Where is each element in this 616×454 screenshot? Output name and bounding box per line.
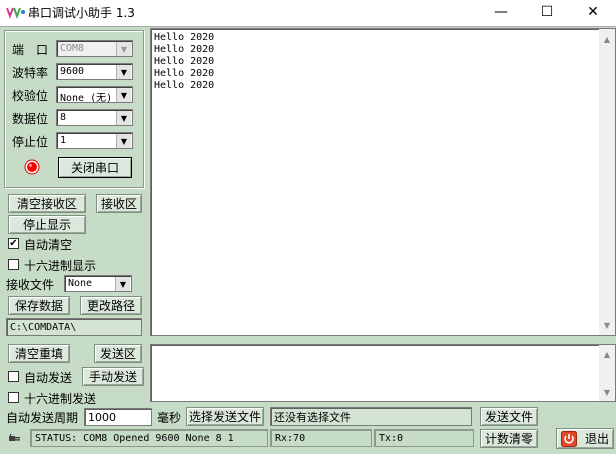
status-text: STATUS: COM8 Opened 9600 None 8 1: [30, 429, 268, 447]
scroll-up-icon[interactable]: ▲: [599, 31, 615, 47]
receive-content: Hello 2020 Hello 2020 Hello 2020 Hello 2020…: [154, 32, 214, 92]
receive-line: Hello 2020: [154, 32, 215, 43]
receive-file-label: 接收文件: [6, 278, 55, 292]
baud-label: 波特率: [12, 66, 49, 80]
chevron-down-icon[interactable]: ▼: [116, 111, 131, 125]
chevron-down-icon[interactable]: ▼: [115, 277, 130, 291]
baud-select-value: 9600: [60, 66, 85, 77]
send-period-input[interactable]: 1000: [84, 408, 152, 426]
change-path-button[interactable]: 更改路径: [80, 296, 142, 315]
auto-clear-label: 自动清空: [24, 238, 73, 252]
port-status-indicator-icon: [24, 159, 40, 175]
receive-file-select[interactable]: None ▼: [64, 275, 132, 292]
send-area-button[interactable]: 发送区: [94, 344, 142, 363]
exit-button[interactable]: 退出: [556, 428, 614, 449]
parity-label: 校验位: [12, 89, 49, 103]
chevron-down-icon[interactable]: ▼: [116, 134, 131, 148]
receive-scrollbar[interactable]: ▲ ▼: [599, 29, 615, 335]
power-icon: [561, 430, 577, 447]
auto-send-checkbox[interactable]: [8, 371, 19, 382]
minimize-button[interactable]: —: [478, 0, 524, 24]
hex-send-label: 十六进制发送: [24, 392, 97, 406]
scroll-down-icon[interactable]: ▼: [599, 317, 615, 333]
auto-send-label: 自动发送: [24, 371, 73, 385]
title-bar: 串口调试小助手 1.3 — ☐ ✕: [0, 0, 616, 26]
receive-line: Hello 2020: [154, 68, 215, 79]
save-path-field: C:\COMDATA\: [6, 318, 142, 336]
auto-clear-checkbox[interactable]: ✔: [8, 238, 19, 249]
baud-select[interactable]: 9600 ▼: [56, 63, 133, 80]
send-scrollbar[interactable]: ▲ ▼: [599, 345, 615, 401]
stop-display-button[interactable]: 停止显示: [8, 215, 86, 234]
toggle-port-button[interactable]: 关闭串口: [58, 157, 132, 178]
stopbits-select[interactable]: 1 ▼: [56, 132, 133, 149]
hex-display-checkbox[interactable]: [8, 259, 19, 270]
send-file-button[interactable]: 发送文件: [480, 407, 538, 426]
hex-display-label: 十六进制显示: [24, 259, 97, 273]
parity-select-value: None (无): [60, 93, 113, 104]
hex-send-checkbox[interactable]: [8, 392, 19, 403]
receive-line: Hello 2020: [154, 56, 215, 67]
tx-count: Tx:0: [374, 429, 474, 447]
receive-line: Hello 2020: [154, 44, 215, 55]
manual-send-button[interactable]: 手动发送: [82, 367, 144, 386]
chevron-down-icon[interactable]: ▼: [116, 88, 131, 102]
databits-select-value: 8: [60, 112, 67, 123]
receive-textarea[interactable]: Hello 2020 Hello 2020 Hello 2020 Hello 2020…: [150, 28, 616, 336]
chevron-down-icon: ▼: [116, 42, 131, 56]
scroll-down-icon[interactable]: ▼: [599, 384, 615, 400]
receive-area-button[interactable]: 接收区: [96, 194, 142, 213]
choose-send-file-button[interactable]: 选择发送文件: [186, 407, 264, 426]
port-select: COM8 ▼: [56, 40, 133, 57]
send-textarea[interactable]: ▲ ▼: [150, 344, 616, 402]
port-select-value: COM8: [60, 43, 85, 54]
save-data-button[interactable]: 保存数据: [8, 296, 70, 315]
window-title: 串口调试小助手 1.3: [28, 6, 135, 20]
databits-select[interactable]: 8 ▼: [56, 109, 133, 126]
maximize-button[interactable]: ☐: [524, 0, 570, 24]
receive-line: Hello 2020: [154, 80, 215, 91]
chevron-down-icon[interactable]: ▼: [116, 65, 131, 79]
clear-receive-button[interactable]: 清空接收区: [8, 194, 86, 213]
close-button[interactable]: ✕: [570, 0, 616, 24]
send-period-label: 自动发送周期: [6, 411, 79, 425]
reset-count-button[interactable]: 计数清零: [480, 429, 538, 448]
receive-file-select-value: None: [68, 278, 93, 289]
stopbits-select-value: 1: [60, 135, 67, 146]
stopbits-label: 停止位: [12, 135, 49, 149]
port-label: 端 口: [12, 43, 49, 57]
scroll-up-icon[interactable]: ▲: [599, 346, 615, 362]
clear-send-button[interactable]: 清空重填: [8, 344, 70, 363]
serial-plug-icon: [9, 434, 20, 441]
ms-label: 毫秒: [157, 411, 182, 425]
send-file-status: 还没有选择文件: [270, 407, 472, 426]
rx-count: Rx:70: [270, 429, 372, 447]
databits-label: 数据位: [12, 112, 49, 126]
parity-select[interactable]: None (无) ▼: [56, 86, 133, 104]
checkmark-icon: ✔: [9, 237, 18, 249]
app-icon: [6, 7, 25, 19]
exit-label: 退出: [585, 432, 610, 446]
